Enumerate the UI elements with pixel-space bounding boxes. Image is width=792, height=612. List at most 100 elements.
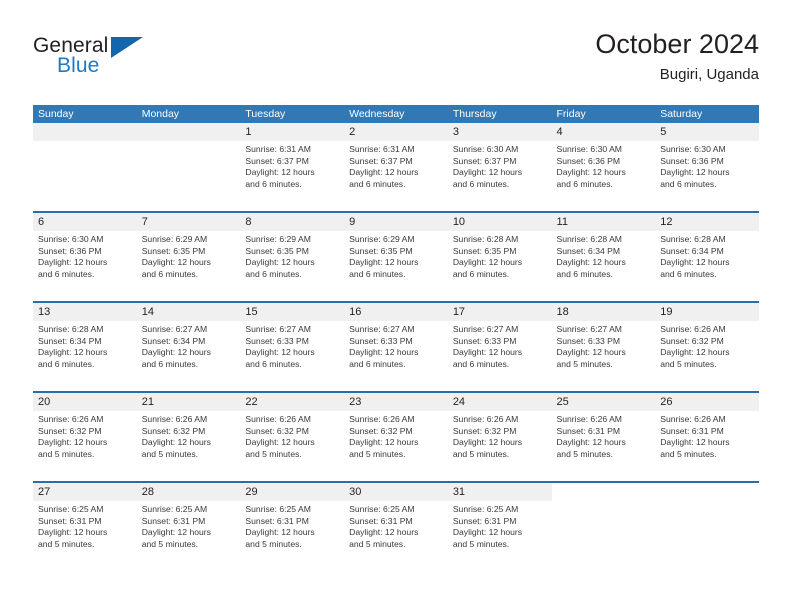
day-number[interactable]: 13: [33, 303, 137, 321]
day-number[interactable]: 10: [447, 213, 552, 231]
day-cell[interactable]: Sunrise: 6:27 AM Sunset: 6:33 PM Daylight:…: [240, 321, 345, 391]
sunset-text: Sunset: 6:37 PM: [245, 155, 309, 166]
sunset-text: Sunset: 6:31 PM: [556, 425, 621, 436]
sunrise-text: Sunrise: 6:30 AM: [660, 144, 726, 154]
day-number[interactable]: 18: [551, 303, 656, 321]
day-number[interactable]: 19: [655, 303, 759, 321]
day-cell[interactable]: Sunrise: 6:29 AM Sunset: 6:35 PM Daylight:…: [344, 231, 448, 301]
week-date-band: 6 7 8 9 10 11 12: [33, 213, 759, 231]
day-number[interactable]: 1: [240, 123, 345, 141]
day-number[interactable]: 24: [447, 393, 552, 411]
day-cell[interactable]: Sunrise: 6:28 AM Sunset: 6:34 PM Daylight:…: [655, 231, 759, 301]
day-cell[interactable]: Sunrise: 6:25 AM Sunset: 6:31 PM Daylight:…: [33, 501, 137, 571]
day-number[interactable]: 25: [551, 393, 656, 411]
sunset-text: Sunset: 6:32 PM: [660, 335, 724, 346]
daylight-text: Daylight: 12 hours: [452, 347, 523, 358]
day-cell[interactable]: Sunrise: 6:30 AM Sunset: 6:36 PM Daylight:…: [655, 141, 759, 211]
daylight-text: and 6 minutes.: [245, 358, 302, 369]
day-number[interactable]: 23: [344, 393, 448, 411]
sunset-text: Sunset: 6:34 PM: [38, 335, 102, 346]
day-cell[interactable]: Sunrise: 6:25 AM Sunset: 6:31 PM Daylight:…: [344, 501, 448, 571]
day-cell[interactable]: Sunrise: 6:29 AM Sunset: 6:35 PM Daylight:…: [240, 231, 345, 301]
day-number[interactable]: 4: [551, 123, 656, 141]
daylight-text: Daylight: 12 hours: [452, 527, 523, 538]
sunset-text: Sunset: 6:36 PM: [38, 245, 102, 256]
day-number[interactable]: 30: [344, 483, 448, 501]
day-cell[interactable]: Sunrise: 6:25 AM Sunset: 6:31 PM Daylight:…: [240, 501, 345, 571]
day-cell[interactable]: Sunrise: 6:25 AM Sunset: 6:31 PM Daylight:…: [136, 501, 241, 571]
calendar-week-row: 27 28 29 30 31 Sunrise: 6:25 AM Sunset: 6:31 P…: [33, 481, 759, 571]
week-detail-band: Sunrise: 6:28 AM Sunset: 6:34 PM Daylight:…: [33, 321, 759, 391]
location-subtitle: Bugiri, Uganda: [659, 66, 759, 83]
day-cell[interactable]: Sunrise: 6:28 AM Sunset: 6:34 PM Daylight:…: [33, 321, 137, 391]
empty-day-cell: [136, 123, 241, 141]
week-date-band: 27 28 29 30 31: [33, 483, 759, 501]
day-number[interactable]: 12: [655, 213, 759, 231]
empty-day-cell: [33, 123, 137, 141]
day-number[interactable]: 26: [655, 393, 759, 411]
daylight-text: Daylight: 12 hours: [38, 437, 108, 448]
day-cell[interactable]: Sunrise: 6:27 AM Sunset: 6:34 PM Daylight:…: [136, 321, 241, 391]
day-cell[interactable]: Sunrise: 6:27 AM Sunset: 6:33 PM Daylight:…: [551, 321, 656, 391]
day-cell[interactable]: Sunrise: 6:26 AM Sunset: 6:31 PM Daylight:…: [655, 411, 759, 481]
day-number[interactable]: 6: [33, 213, 137, 231]
weekday-header-saturday: Saturday: [660, 108, 703, 120]
sunset-text: Sunset: 6:35 PM: [452, 245, 517, 256]
day-cell[interactable]: Sunrise: 6:27 AM Sunset: 6:33 PM Daylight:…: [344, 321, 448, 391]
day-cell[interactable]: Sunrise: 6:30 AM Sunset: 6:36 PM Daylight:…: [33, 231, 137, 301]
week-date-band: 12345: [33, 123, 759, 141]
day-number[interactable]: 2: [344, 123, 448, 141]
day-number[interactable]: 7: [136, 213, 241, 231]
day-number[interactable]: 9: [344, 213, 448, 231]
day-number[interactable]: 3: [447, 123, 552, 141]
daylight-text: and 5 minutes.: [141, 538, 199, 549]
day-cell[interactable]: Sunrise: 6:28 AM Sunset: 6:35 PM Daylight:…: [447, 231, 552, 301]
day-number[interactable]: 5: [655, 123, 759, 141]
sunrise-text: Sunrise: 6:26 AM: [660, 414, 726, 424]
daylight-text: Daylight: 12 hours: [452, 257, 523, 268]
daylight-text: and 5 minutes.: [556, 448, 613, 459]
day-cell[interactable]: Sunrise: 6:26 AM Sunset: 6:32 PM Daylight:…: [33, 411, 137, 481]
day-cell[interactable]: Sunrise: 6:26 AM Sunset: 6:32 PM Daylight:…: [655, 321, 759, 391]
day-cell[interactable]: Sunrise: 6:31 AM Sunset: 6:37 PM Daylight:…: [344, 141, 448, 211]
day-cell[interactable]: Sunrise: 6:29 AM Sunset: 6:35 PM Daylight:…: [136, 231, 241, 301]
day-cell[interactable]: Sunrise: 6:26 AM Sunset: 6:32 PM Daylight:…: [344, 411, 448, 481]
daylight-text: Daylight: 12 hours: [660, 437, 730, 448]
day-number[interactable]: 14: [136, 303, 241, 321]
day-cell[interactable]: Sunrise: 6:26 AM Sunset: 6:31 PM Daylight:…: [551, 411, 656, 481]
daylight-text: and 6 minutes.: [38, 268, 95, 279]
day-cell[interactable]: Sunrise: 6:30 AM Sunset: 6:36 PM Daylight:…: [551, 141, 656, 211]
day-number[interactable]: 28: [136, 483, 241, 501]
day-cell[interactable]: Sunrise: 6:27 AM Sunset: 6:33 PM Daylight:…: [447, 321, 552, 391]
brand-logo[interactable]: General Blue: [33, 34, 233, 86]
daylight-text: and 6 minutes.: [245, 178, 302, 189]
day-number[interactable]: 20: [33, 393, 137, 411]
day-number[interactable]: 27: [33, 483, 137, 501]
day-cell[interactable]: Sunrise: 6:26 AM Sunset: 6:32 PM Daylight:…: [136, 411, 241, 481]
sunrise-text: Sunrise: 6:27 AM: [452, 324, 519, 334]
day-cell[interactable]: Sunrise: 6:28 AM Sunset: 6:34 PM Daylight:…: [551, 231, 656, 301]
day-number[interactable]: 8: [240, 213, 345, 231]
day-number[interactable]: 11: [551, 213, 656, 231]
daylight-text: and 6 minutes.: [245, 268, 302, 279]
day-number[interactable]: 31: [447, 483, 552, 501]
week-detail-band: Sunrise: 6:31 AM Sunset: 6:37 PM Daylight:…: [33, 141, 759, 211]
daylight-text: Daylight: 12 hours: [38, 527, 108, 538]
weekday-header-thursday: Thursday: [452, 108, 497, 120]
sunrise-text: Sunrise: 6:25 AM: [452, 504, 519, 514]
day-cell[interactable]: Sunrise: 6:26 AM Sunset: 6:32 PM Daylight:…: [240, 411, 345, 481]
daylight-text: Daylight: 12 hours: [38, 257, 108, 268]
day-number[interactable]: 15: [240, 303, 345, 321]
day-number[interactable]: 17: [447, 303, 552, 321]
day-cell[interactable]: Sunrise: 6:31 AM Sunset: 6:37 PM Daylight:…: [240, 141, 345, 211]
triangle-flag-icon: [111, 37, 143, 58]
day-cell[interactable]: Sunrise: 6:26 AM Sunset: 6:32 PM Daylight:…: [447, 411, 552, 481]
day-number[interactable]: 21: [136, 393, 241, 411]
day-cell[interactable]: Sunrise: 6:25 AM Sunset: 6:31 PM Daylight:…: [447, 501, 552, 571]
calendar-week-row: 6 7 8 9 10 11 12 Sunrise: 6:30 AM Sunset: 6:36 P…: [33, 211, 759, 301]
day-number[interactable]: 29: [240, 483, 345, 501]
day-number[interactable]: 22: [240, 393, 345, 411]
day-number[interactable]: 16: [344, 303, 448, 321]
sunset-text: Sunset: 6:33 PM: [349, 335, 413, 346]
day-cell[interactable]: Sunrise: 6:30 AM Sunset: 6:37 PM Daylight:…: [447, 141, 552, 211]
